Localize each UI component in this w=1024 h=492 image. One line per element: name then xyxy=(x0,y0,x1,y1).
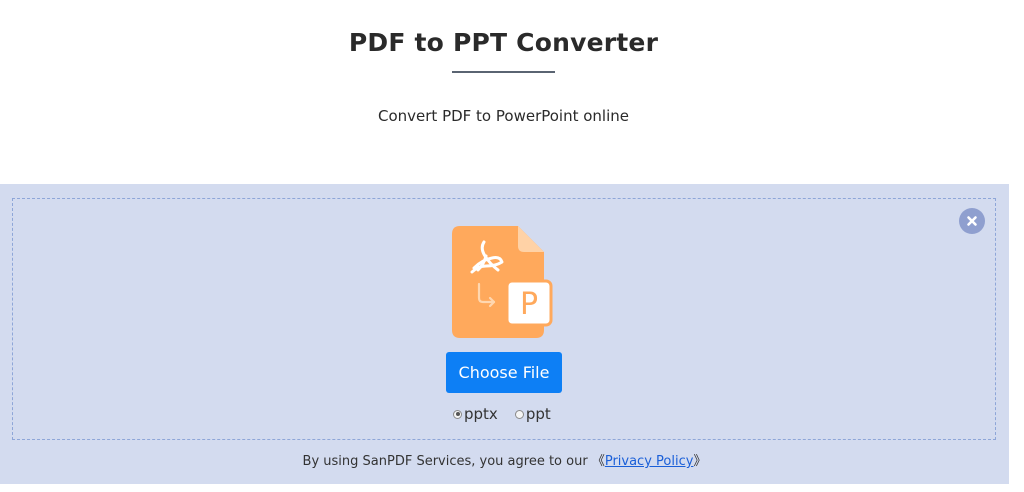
format-option-ppt[interactable]: ppt xyxy=(514,405,551,423)
radio-pptx[interactable] xyxy=(453,409,462,419)
close-button[interactable] xyxy=(959,208,985,234)
agreement-text: By using SanPDF Services, you agree to o… xyxy=(302,454,592,469)
page-title: PDF to PPT Converter xyxy=(348,28,659,57)
upload-panel: P Choose File pptx ppt By using SanPDF S… xyxy=(0,184,1009,484)
file-letter: P xyxy=(520,287,538,322)
format-option-pptx[interactable]: pptx xyxy=(453,405,498,423)
page: PDF to PPT Converter Convert PDF to Powe… xyxy=(0,0,1024,492)
choose-file-button[interactable]: Choose File xyxy=(446,352,562,393)
privacy-policy-link[interactable]: Privacy Policy xyxy=(605,454,694,469)
format-options: pptx ppt xyxy=(453,405,551,423)
bracket-close: 》 xyxy=(693,454,707,469)
format-label-pptx: pptx xyxy=(464,405,498,423)
close-icon xyxy=(967,216,977,226)
radio-ppt[interactable] xyxy=(514,409,524,419)
format-label-ppt: ppt xyxy=(525,405,551,423)
pdf-to-ppt-icon: P xyxy=(452,226,556,340)
privacy-agreement: By using SanPDF Services, you agree to o… xyxy=(0,450,1009,469)
bracket-open: 《 xyxy=(591,454,605,469)
page-subtitle: Convert PDF to PowerPoint online xyxy=(377,107,629,125)
title-underline xyxy=(452,71,555,73)
